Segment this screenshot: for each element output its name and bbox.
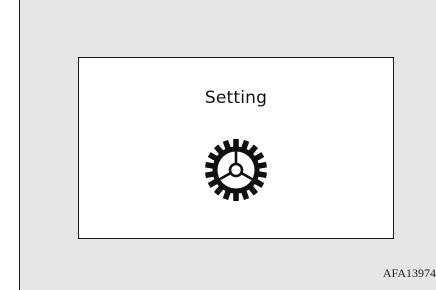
figure-frame: Setting AFA13974 — [19, 0, 436, 290]
figure-code: AFA13974 — [382, 266, 436, 280]
gear-icon — [205, 139, 267, 201]
setting-title: Setting — [204, 88, 268, 108]
display-screen: Setting — [78, 57, 394, 239]
